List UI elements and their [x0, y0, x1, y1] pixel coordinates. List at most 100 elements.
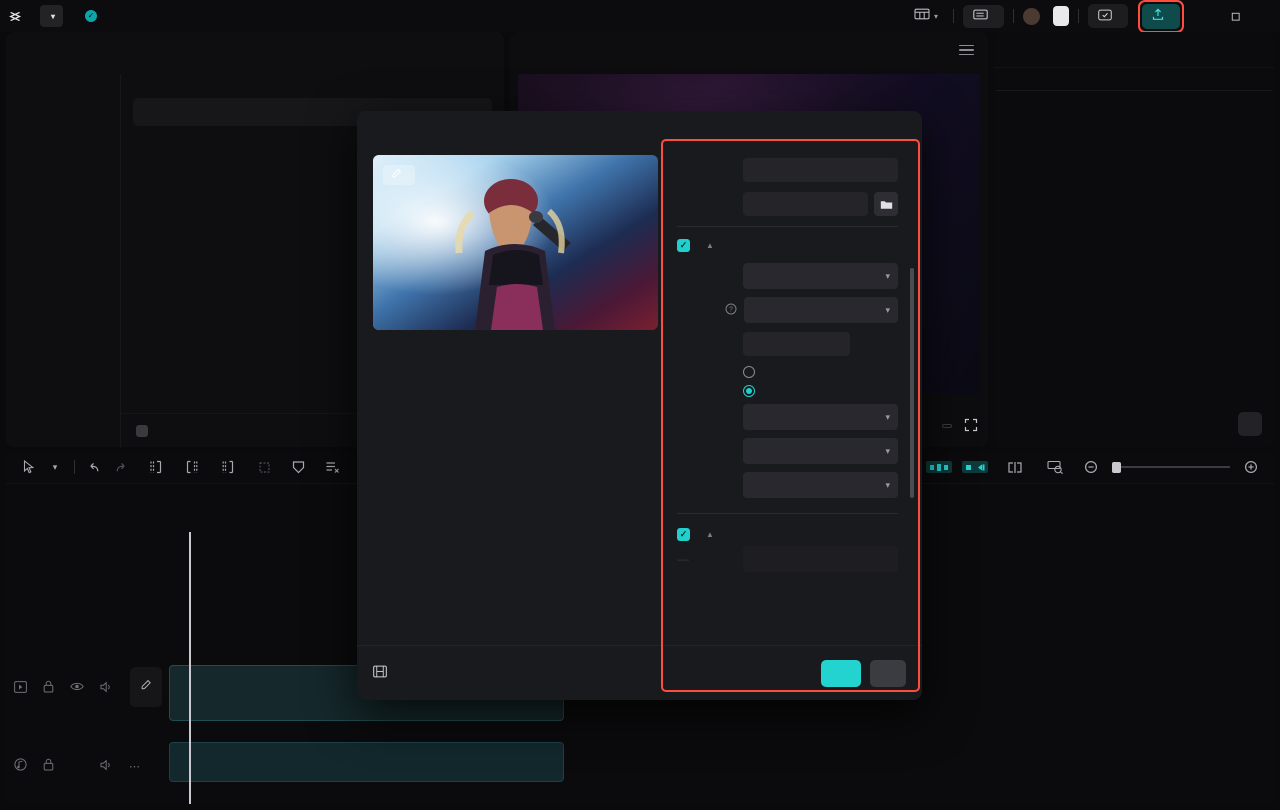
- layout-button[interactable]: ▾: [908, 4, 944, 28]
- cursor-icon[interactable]: [16, 454, 42, 480]
- settings-scrollbar[interactable]: [910, 268, 914, 498]
- menu-button[interactable]: ▾: [40, 5, 64, 27]
- divider: [953, 9, 954, 23]
- chevron-up-icon[interactable]: ▲: [706, 241, 714, 250]
- name-input[interactable]: [743, 158, 898, 182]
- export-cover-section: [357, 144, 663, 645]
- lock-icon[interactable]: [43, 680, 54, 696]
- lock-icon[interactable]: [43, 758, 54, 774]
- bitrate-row: ? ▾: [677, 297, 898, 323]
- modify-button[interactable]: [1238, 412, 1262, 436]
- bitrate-select[interactable]: ▾: [744, 297, 898, 323]
- audio-group-header[interactable]: ✓ ▲: [677, 528, 898, 541]
- vbr-radio[interactable]: [743, 385, 755, 397]
- edit-cover-button[interactable]: [383, 165, 415, 185]
- export-confirm-button[interactable]: [821, 659, 861, 687]
- chevron-down-icon: ▾: [885, 411, 890, 422]
- chevron-down-icon: ▾: [933, 11, 938, 21]
- delete-lyrics-checkbox[interactable]: [136, 424, 148, 437]
- details-panel: [994, 32, 1274, 447]
- video-group-header[interactable]: ✓ ▲: [677, 239, 898, 252]
- trim-right-icon[interactable]: [215, 454, 241, 480]
- chevron-up-icon[interactable]: ▲: [706, 530, 714, 539]
- export-button[interactable]: [1142, 3, 1180, 29]
- hamburger-icon[interactable]: [959, 44, 974, 56]
- link-icon[interactable]: [1002, 454, 1028, 480]
- split-icon[interactable]: [143, 454, 169, 480]
- trim-left-icon[interactable]: [179, 454, 205, 480]
- cover-preview[interactable]: [373, 155, 658, 330]
- cbr-radio[interactable]: [743, 366, 755, 378]
- maximize-button[interactable]: [1220, 0, 1250, 32]
- audio-note-icon[interactable]: [14, 758, 27, 774]
- undo-icon[interactable]: [81, 454, 107, 480]
- mirror-icon[interactable]: [319, 454, 345, 480]
- zoom-in-icon[interactable]: [1238, 454, 1264, 480]
- audio-partial-row: —: [677, 546, 898, 572]
- shortcuts-button[interactable]: [963, 4, 1004, 28]
- audio-clip[interactable]: [169, 742, 564, 782]
- layout-icon: [914, 7, 930, 26]
- track-thumbnail-icon[interactable]: [14, 680, 27, 696]
- shield-icon[interactable]: [285, 454, 311, 480]
- codec-select[interactable]: ▾: [743, 404, 898, 430]
- format-select[interactable]: ▾: [743, 438, 898, 464]
- delete-icon[interactable]: [251, 454, 277, 480]
- audio-waveform: [170, 762, 563, 778]
- video-track-controls: ⋯: [14, 680, 141, 696]
- join-pro-button[interactable]: [1053, 6, 1069, 26]
- cover-button[interactable]: [130, 667, 162, 707]
- divider: [677, 513, 898, 514]
- resolution-select[interactable]: ▾: [743, 263, 898, 289]
- more-options-icon[interactable]: ⋯: [129, 760, 141, 773]
- resolution-row: ▾: [677, 263, 898, 289]
- cancel-button[interactable]: [870, 659, 906, 687]
- capcut-logo-icon: [9, 10, 22, 23]
- divider: [1013, 9, 1014, 23]
- folder-icon[interactable]: [874, 192, 898, 216]
- redo-icon[interactable]: [107, 454, 133, 480]
- expand-icon[interactable]: [964, 418, 978, 435]
- video-checkbox[interactable]: ✓: [677, 239, 690, 252]
- share-icon: [1098, 9, 1112, 24]
- volume-icon[interactable]: [100, 758, 113, 774]
- info-icon[interactable]: ?: [725, 303, 738, 318]
- zoom-fit-icon[interactable]: [1042, 454, 1068, 480]
- vbr-row[interactable]: [677, 385, 898, 397]
- playhead[interactable]: [189, 532, 191, 804]
- name-row: [677, 158, 898, 182]
- keyframe-right-icon[interactable]: [962, 454, 988, 480]
- share-button[interactable]: [1088, 4, 1128, 28]
- volume-icon[interactable]: [100, 680, 113, 696]
- upload-icon: [1152, 8, 1164, 24]
- export-to-row: [677, 192, 898, 216]
- title-bar: ▾ ✓ ▾: [0, 0, 1280, 33]
- zoom-out-icon[interactable]: [1078, 454, 1104, 480]
- app-logo: [9, 10, 26, 23]
- zoom-slider-knob[interactable]: [1112, 462, 1121, 473]
- duration-info: [373, 665, 394, 681]
- keyframe-icon[interactable]: [926, 454, 952, 480]
- edit-pencil-icon: [140, 679, 152, 694]
- titlebar-right-group: ▾: [908, 0, 1280, 33]
- cbr-row[interactable]: [677, 366, 898, 378]
- bitrate-number-input[interactable]: [743, 332, 850, 356]
- close-button[interactable]: [1250, 0, 1280, 32]
- chevron-down-icon: ▾: [885, 270, 890, 281]
- ratio-chip[interactable]: [942, 424, 952, 428]
- zoom-slider[interactable]: [1112, 462, 1230, 473]
- account-chip[interactable]: [1023, 7, 1045, 25]
- pencil-icon: [391, 168, 402, 182]
- chevron-down-icon[interactable]: ▾: [42, 454, 68, 480]
- audio-checkbox[interactable]: ✓: [677, 528, 690, 541]
- minimize-button[interactable]: [1190, 0, 1220, 32]
- audio-partial-label: —: [677, 552, 689, 566]
- player-header: [510, 32, 988, 68]
- export-to-input[interactable]: [743, 192, 868, 216]
- framerate-select[interactable]: ▾: [743, 472, 898, 498]
- audio-partial-select[interactable]: [743, 546, 898, 572]
- window-controls: [1190, 0, 1280, 32]
- eye-icon[interactable]: [70, 681, 84, 695]
- chevron-down-icon: ▾: [51, 11, 56, 21]
- left-tabbar: [6, 32, 504, 74]
